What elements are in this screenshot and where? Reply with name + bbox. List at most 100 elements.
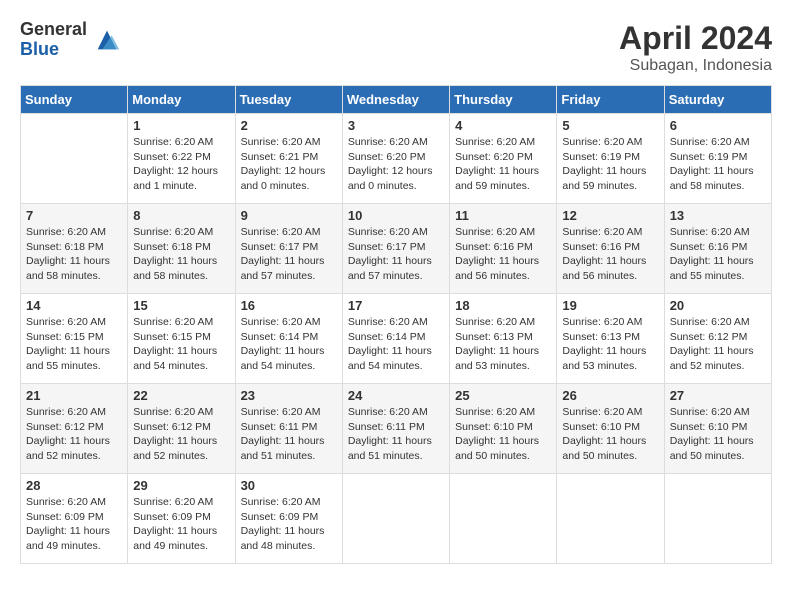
weekday-header-sunday: Sunday <box>21 86 128 114</box>
day-info: Sunrise: 6:20 AM Sunset: 6:17 PM Dayligh… <box>241 225 337 284</box>
day-info: Sunrise: 6:20 AM Sunset: 6:20 PM Dayligh… <box>455 135 551 194</box>
calendar-cell: 17Sunrise: 6:20 AM Sunset: 6:14 PM Dayli… <box>342 294 449 384</box>
calendar-cell: 23 Sunrise: 6:20 AM Sunset: 6:11 PM Dayli… <box>235 384 342 474</box>
calendar-cell: 28 Sunrise: 6:20 AM Sunset: 6:09 PM Dayli… <box>21 474 128 564</box>
calendar-cell: 5Sunrise: 6:20 AM Sunset: 6:19 PM Daylig… <box>557 114 664 204</box>
calendar-cell: 13 Sunrise: 6:20 AM Sunset: 6:16 PM Dayli… <box>664 204 771 294</box>
logo-blue: Blue <box>20 40 87 60</box>
calendar-cell <box>21 114 128 204</box>
calendar-cell: 9 Sunrise: 6:20 AM Sunset: 6:17 PM Daylig… <box>235 204 342 294</box>
day-number: 18 <box>455 298 551 313</box>
day-info: Sunrise: 6:20 AM Sunset: 6:16 PM Dayligh… <box>455 225 551 284</box>
day-number: 13 <box>670 208 766 223</box>
day-info: Sunrise: 6:20 AM Sunset: 6:10 PM Dayligh… <box>562 405 658 464</box>
day-number: 6 <box>670 118 766 133</box>
calendar-cell <box>664 474 771 564</box>
day-number: 26 <box>562 388 658 403</box>
day-info: Sunrise: 6:20 AM Sunset: 6:22 PM Dayligh… <box>133 135 229 194</box>
logo: General Blue <box>20 20 121 60</box>
calendar-cell: 24Sunrise: 6:20 AM Sunset: 6:11 PM Dayli… <box>342 384 449 474</box>
calendar-cell: 25Sunrise: 6:20 AM Sunset: 6:10 PM Dayli… <box>450 384 557 474</box>
day-info: Sunrise: 6:20 AM Sunset: 6:19 PM Dayligh… <box>670 135 766 194</box>
day-number: 12 <box>562 208 658 223</box>
day-number: 23 <box>241 388 337 403</box>
day-number: 22 <box>133 388 229 403</box>
day-number: 17 <box>348 298 444 313</box>
day-info: Sunrise: 6:20 AM Sunset: 6:09 PM Dayligh… <box>241 495 337 554</box>
calendar-cell: 30 Sunrise: 6:20 AM Sunset: 6:09 PM Dayli… <box>235 474 342 564</box>
day-number: 8 <box>133 208 229 223</box>
day-number: 27 <box>670 388 766 403</box>
calendar-cell <box>557 474 664 564</box>
calendar-cell: 27 Sunrise: 6:20 AM Sunset: 6:10 PM Dayli… <box>664 384 771 474</box>
day-number: 7 <box>26 208 122 223</box>
calendar-table: SundayMondayTuesdayWednesdayThursdayFrid… <box>20 85 772 564</box>
day-info: Sunrise: 6:20 AM Sunset: 6:15 PM Dayligh… <box>26 315 122 374</box>
calendar-cell: 14 Sunrise: 6:20 AM Sunset: 6:15 PM Dayli… <box>21 294 128 384</box>
calendar-cell: 20 Sunrise: 6:20 AM Sunset: 6:12 PM Dayli… <box>664 294 771 384</box>
day-number: 16 <box>241 298 337 313</box>
day-number: 30 <box>241 478 337 493</box>
day-info: Sunrise: 6:20 AM Sunset: 6:10 PM Dayligh… <box>455 405 551 464</box>
calendar-week-row: 28 Sunrise: 6:20 AM Sunset: 6:09 PM Dayli… <box>21 474 772 564</box>
day-number: 15 <box>133 298 229 313</box>
logo-general: General <box>20 20 87 40</box>
day-info: Sunrise: 6:20 AM Sunset: 6:12 PM Dayligh… <box>26 405 122 464</box>
weekday-header-row: SundayMondayTuesdayWednesdayThursdayFrid… <box>21 86 772 114</box>
day-info: Sunrise: 6:20 AM Sunset: 6:21 PM Dayligh… <box>241 135 337 194</box>
day-info: Sunrise: 6:20 AM Sunset: 6:16 PM Dayligh… <box>670 225 766 284</box>
weekday-header-tuesday: Tuesday <box>235 86 342 114</box>
calendar-cell: 29Sunrise: 6:20 AM Sunset: 6:09 PM Dayli… <box>128 474 235 564</box>
day-info: Sunrise: 6:20 AM Sunset: 6:11 PM Dayligh… <box>241 405 337 464</box>
day-number: 4 <box>455 118 551 133</box>
day-info: Sunrise: 6:20 AM Sunset: 6:15 PM Dayligh… <box>133 315 229 374</box>
day-info: Sunrise: 6:20 AM Sunset: 6:10 PM Dayligh… <box>670 405 766 464</box>
day-info: Sunrise: 6:20 AM Sunset: 6:17 PM Dayligh… <box>348 225 444 284</box>
day-info: Sunrise: 6:20 AM Sunset: 6:13 PM Dayligh… <box>562 315 658 374</box>
day-number: 21 <box>26 388 122 403</box>
calendar-cell: 21 Sunrise: 6:20 AM Sunset: 6:12 PM Dayli… <box>21 384 128 474</box>
day-info: Sunrise: 6:20 AM Sunset: 6:09 PM Dayligh… <box>26 495 122 554</box>
calendar-cell: 4 Sunrise: 6:20 AM Sunset: 6:20 PM Daylig… <box>450 114 557 204</box>
calendar-cell: 10 Sunrise: 6:20 AM Sunset: 6:17 PM Dayli… <box>342 204 449 294</box>
calendar-cell: 22Sunrise: 6:20 AM Sunset: 6:12 PM Dayli… <box>128 384 235 474</box>
calendar-cell: 12 Sunrise: 6:20 AM Sunset: 6:16 PM Dayli… <box>557 204 664 294</box>
day-number: 20 <box>670 298 766 313</box>
day-info: Sunrise: 6:20 AM Sunset: 6:16 PM Dayligh… <box>562 225 658 284</box>
calendar-cell: 15 Sunrise: 6:20 AM Sunset: 6:15 PM Dayli… <box>128 294 235 384</box>
day-info: Sunrise: 6:20 AM Sunset: 6:12 PM Dayligh… <box>670 315 766 374</box>
calendar-cell: 7 Sunrise: 6:20 AM Sunset: 6:18 PM Daylig… <box>21 204 128 294</box>
weekday-header-friday: Friday <box>557 86 664 114</box>
day-number: 2 <box>241 118 337 133</box>
calendar-cell <box>450 474 557 564</box>
logo-icon <box>93 26 121 54</box>
calendar-cell: 11 Sunrise: 6:20 AM Sunset: 6:16 PM Dayli… <box>450 204 557 294</box>
calendar-cell: 18Sunrise: 6:20 AM Sunset: 6:13 PM Dayli… <box>450 294 557 384</box>
day-number: 1 <box>133 118 229 133</box>
title-section: April 2024 Subagan, Indonesia <box>619 20 772 75</box>
weekday-header-thursday: Thursday <box>450 86 557 114</box>
calendar-cell <box>342 474 449 564</box>
calendar-cell: 2 Sunrise: 6:20 AM Sunset: 6:21 PM Daylig… <box>235 114 342 204</box>
day-number: 5 <box>562 118 658 133</box>
day-number: 24 <box>348 388 444 403</box>
day-number: 19 <box>562 298 658 313</box>
day-number: 14 <box>26 298 122 313</box>
day-info: Sunrise: 6:20 AM Sunset: 6:18 PM Dayligh… <box>26 225 122 284</box>
calendar-week-row: 7 Sunrise: 6:20 AM Sunset: 6:18 PM Daylig… <box>21 204 772 294</box>
month-title: April 2024 <box>619 20 772 57</box>
calendar-cell: 19 Sunrise: 6:20 AM Sunset: 6:13 PM Dayli… <box>557 294 664 384</box>
calendar-week-row: 21 Sunrise: 6:20 AM Sunset: 6:12 PM Dayli… <box>21 384 772 474</box>
day-number: 9 <box>241 208 337 223</box>
weekday-header-wednesday: Wednesday <box>342 86 449 114</box>
day-info: Sunrise: 6:20 AM Sunset: 6:14 PM Dayligh… <box>241 315 337 374</box>
day-number: 28 <box>26 478 122 493</box>
calendar-cell: 6 Sunrise: 6:20 AM Sunset: 6:19 PM Daylig… <box>664 114 771 204</box>
day-number: 29 <box>133 478 229 493</box>
weekday-header-saturday: Saturday <box>664 86 771 114</box>
calendar-week-row: 14 Sunrise: 6:20 AM Sunset: 6:15 PM Dayli… <box>21 294 772 384</box>
day-number: 3 <box>348 118 444 133</box>
location: Subagan, Indonesia <box>619 57 772 75</box>
day-number: 10 <box>348 208 444 223</box>
day-number: 11 <box>455 208 551 223</box>
